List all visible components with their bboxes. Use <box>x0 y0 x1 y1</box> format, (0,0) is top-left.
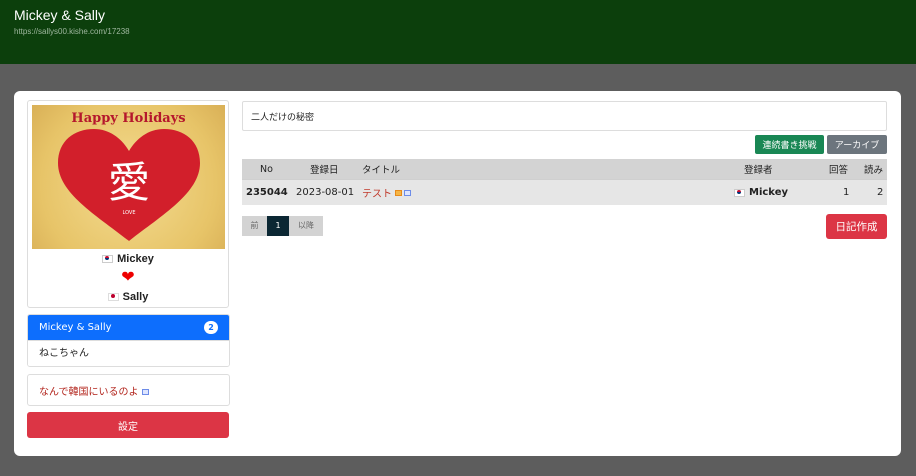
site-url[interactable]: https://sallys00.kishe.com/17238 <box>14 27 130 36</box>
sidebar-link[interactable]: なんで韓国にいるのよ <box>39 383 149 398</box>
col-reads: 読み <box>864 165 884 176</box>
image-icon <box>395 189 402 196</box>
pagination: 前 1 以降 <box>242 216 323 236</box>
table-row[interactable]: 235044 2023-08-01 テスト Mickey 1 2 <box>242 179 887 205</box>
site-title[interactable]: Mickey & Sally <box>14 7 105 23</box>
name-sally[interactable]: Sally <box>123 291 149 303</box>
korea-flag-icon <box>734 188 745 197</box>
col-author: 登録者 <box>744 165 773 176</box>
col-date: 登録日 <box>310 165 339 176</box>
row-no: 235044 <box>246 187 288 198</box>
settings-button[interactable]: 設定 <box>27 412 229 438</box>
main-card: Happy Holidays 愛 LOVE Mickey ❤ Sally Mic… <box>14 91 901 456</box>
heart-icon: ❤ <box>121 269 135 286</box>
diary-table: No 登録日 タイトル 登録者 回答 読み 235044 2023-08-01 … <box>242 159 887 205</box>
name-mickey[interactable]: Mickey <box>117 253 154 265</box>
attachment-icon <box>141 389 149 395</box>
archive-button[interactable]: アーカイブ <box>827 135 887 154</box>
table-header: No 登録日 タイトル 登録者 回答 読み <box>242 159 887 179</box>
create-diary-button[interactable]: 日記作成 <box>826 214 887 239</box>
image-title: Happy Holidays <box>71 111 186 126</box>
site-header: Mickey & Sally https://sallys00.kishe.co… <box>0 0 916 64</box>
col-replies: 回答 <box>829 165 849 176</box>
japan-flag-icon <box>107 293 119 302</box>
row-author[interactable]: Mickey <box>749 187 788 198</box>
name-row-1: Mickey <box>28 251 228 270</box>
sidebar-link-box: なんで韓国にいるのよ <box>27 374 230 406</box>
row-replies: 1 <box>843 187 850 198</box>
group-label: ねこちゃん <box>39 348 89 359</box>
row-title-cell[interactable]: テスト <box>362 180 411 205</box>
group-label: Mickey & Sally <box>39 322 112 333</box>
couple-names: Mickey ❤ Sally <box>28 251 228 308</box>
page-1-button[interactable]: 1 <box>267 216 289 236</box>
next-page-button[interactable]: 以降 <box>289 216 323 236</box>
profile-image: Happy Holidays 愛 LOVE <box>32 105 225 249</box>
col-title: タイトル <box>362 165 401 176</box>
group-item-neko[interactable]: ねこちゃん <box>28 340 229 366</box>
prev-page-button[interactable]: 前 <box>242 216 267 236</box>
description-text: 二人だけの秘密 <box>251 113 315 123</box>
name-row-2: Sally <box>28 289 228 308</box>
row-author-cell: Mickey <box>734 180 788 205</box>
love-text: LOVE <box>122 210 135 216</box>
count-badge: 2 <box>204 321 218 334</box>
profile-card: Happy Holidays 愛 LOVE Mickey ❤ Sally <box>27 100 229 308</box>
description-box: 二人だけの秘密 <box>242 101 887 131</box>
korea-flag-icon <box>102 255 114 264</box>
row-title-link[interactable]: テスト <box>362 185 392 200</box>
group-list: Mickey & Sally 2 ねこちゃん <box>27 314 230 367</box>
kanji-text: 愛 <box>108 158 150 207</box>
group-item-mickey-sally[interactable]: Mickey & Sally 2 <box>28 315 229 340</box>
attachment-icon <box>404 189 411 196</box>
col-no: No <box>260 163 273 175</box>
heart-graphic: 愛 LOVE <box>58 129 200 241</box>
row-date: 2023-08-01 <box>296 187 355 198</box>
serial-writing-button[interactable]: 連続書き挑戦 <box>755 135 824 154</box>
row-reads: 2 <box>877 187 884 198</box>
